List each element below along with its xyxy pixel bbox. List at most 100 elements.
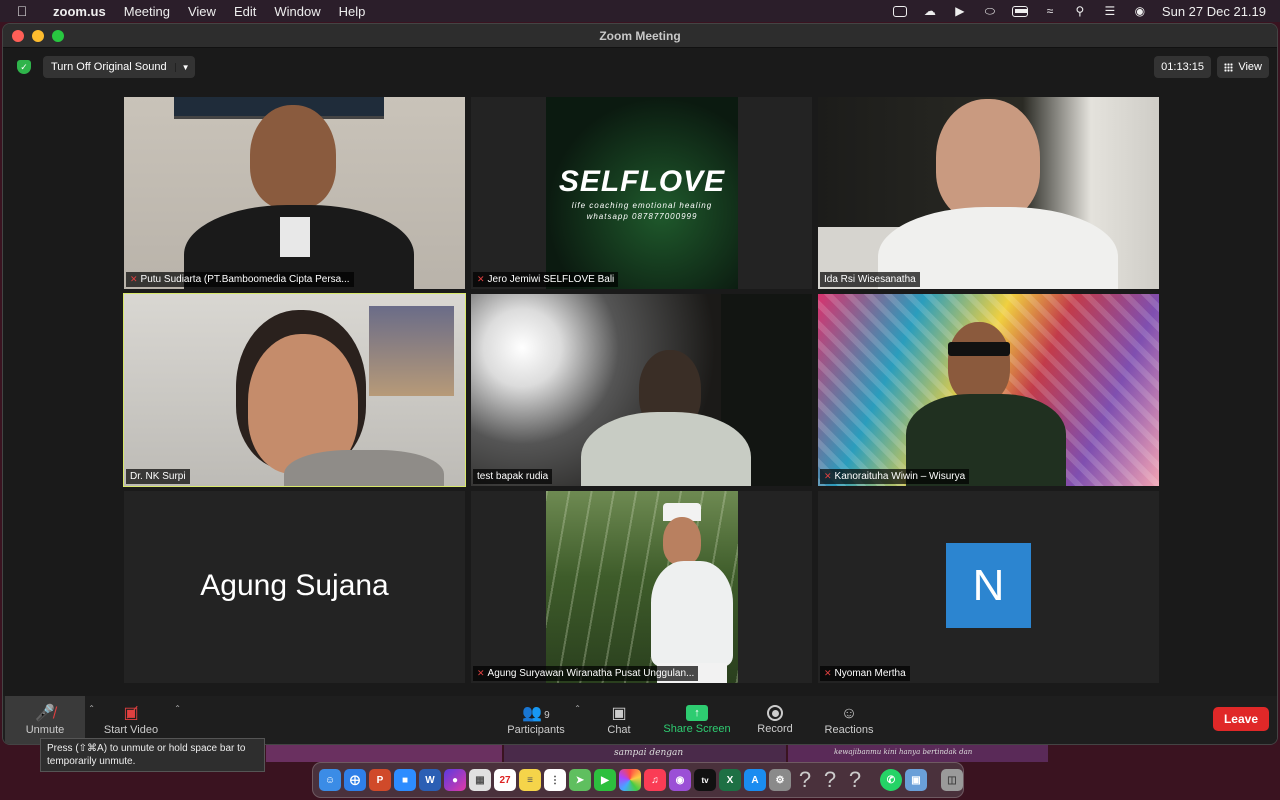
chevron-down-icon[interactable]: ▼ [174, 62, 196, 72]
menu-view[interactable]: View [179, 4, 225, 19]
record-icon [767, 705, 783, 721]
participant-name: Putu Sudiarta (PT.Bamboomedia Cipta Pers… [140, 274, 350, 285]
zoom-icon[interactable]: ■ [394, 769, 416, 791]
participant-tile[interactable]: SELFLOVE life coaching emotional healing… [471, 97, 812, 289]
participant-name: Nyoman Mertha [834, 668, 906, 679]
unmute-label: Unmute [25, 724, 65, 736]
control-center-icon[interactable]: ☰ [1102, 4, 1118, 18]
maps-icon[interactable]: ➤ [569, 769, 591, 791]
bluetooth-icon[interactable]: ⬭ [982, 4, 998, 18]
siri-icon[interactable]: ◉ [1132, 4, 1148, 18]
start-video-button[interactable]: ▣̸ Start Video ⌃ [91, 696, 181, 744]
original-sound-button[interactable]: Turn Off Original Sound ▼ [43, 56, 196, 78]
menu-meeting[interactable]: Meeting [115, 4, 179, 19]
search-icon[interactable]: ⚲ [1072, 4, 1088, 18]
menu-bar:  zoom.us Meeting View Edit Window Help … [0, 0, 1280, 22]
podcasts-icon[interactable]: ◉ [669, 769, 691, 791]
selflove-card: SELFLOVE life coaching emotional healing… [546, 97, 738, 289]
participant-name: Ida Rsi Wisesanatha [824, 274, 916, 285]
participant-name: Jero Jemiwi SELFLOVE Bali [487, 274, 615, 285]
muted-microphone-icon: 🎤̸ [35, 705, 55, 722]
excel-icon[interactable]: X [719, 769, 741, 791]
whatsapp-icon[interactable]: ✆ [880, 769, 902, 791]
notes-icon[interactable]: ≡ [519, 769, 541, 791]
muted-mic-icon: ✕ [824, 471, 832, 481]
menu-app-name[interactable]: zoom.us [44, 4, 115, 19]
unknown-app-icon[interactable]: ? [819, 767, 841, 792]
launchpad-icon[interactable]: ▦ [469, 769, 491, 791]
calendar-icon[interactable]: 27 [494, 769, 516, 791]
play-icon[interactable]: ▶ [952, 4, 968, 18]
participant-tile[interactable]: ✕ Agung Suryawan Wiranatha Pusat Unggula… [471, 491, 812, 683]
trash-icon[interactable]: ◫ [941, 769, 963, 791]
participant-name-tag: ✕ Agung Suryawan Wiranatha Pusat Unggula… [473, 666, 699, 681]
background-window-strip [266, 745, 502, 762]
tooltip-line: Press (⇧⌘A) to unmute or hold space bar … [47, 743, 246, 754]
safari-icon[interactable]: ⨁ [344, 769, 366, 791]
unknown-app-icon[interactable]: ? [844, 767, 866, 792]
participants-chevron-icon[interactable]: ⌃ [574, 704, 581, 713]
video-off-icon: ▣̸ [123, 705, 139, 722]
reminders-icon[interactable]: ⋮ [544, 769, 566, 791]
powerpoint-icon[interactable]: P [369, 769, 391, 791]
share-screen-button[interactable]: ↑ Share Screen [659, 696, 735, 744]
participants-icon: 👥 9 [522, 705, 550, 722]
preview-icon[interactable]: ▣ [905, 769, 927, 791]
finder-icon[interactable]: ☺ [319, 769, 341, 791]
participant-tile[interactable]: Ida Rsi Wisesanatha [818, 97, 1159, 289]
video-options-chevron-icon[interactable]: ⌃ [174, 704, 181, 713]
participant-name-tag: Dr. NK Surpi [126, 469, 190, 484]
participant-tile[interactable]: N ✕ Nyoman Mertha [818, 491, 1159, 683]
participant-tile[interactable]: ✕ Putu Sudiarta (PT.Bamboomedia Cipta Pe… [124, 97, 465, 289]
apple-icon[interactable]:  [0, 3, 44, 19]
participants-button[interactable]: 👥 9 Participants ⌃ [501, 696, 581, 744]
unmute-button[interactable]: 🎤̸ Unmute ⌃ [5, 696, 95, 744]
system-preferences-icon[interactable]: ⚙ [769, 769, 791, 791]
tooltip-line: temporarily unmute. [47, 756, 136, 767]
participant-tile-active-speaker[interactable]: Dr. NK Surpi [123, 293, 466, 487]
participant-tile[interactable]: test bapak rudia [471, 294, 812, 486]
participants-label: Participants [507, 724, 565, 736]
share-screen-icon: ↑ [686, 705, 708, 721]
background-text: kewajibanmu kini hanya bertindak dan [834, 748, 973, 756]
emoji-reaction-icon: ☺ [840, 705, 858, 722]
view-button[interactable]: View [1217, 56, 1269, 78]
music-icon[interactable]: ♫ [644, 769, 666, 791]
menu-edit[interactable]: Edit [225, 4, 265, 19]
macos-dock: ☺ ⨁ P ■ W ● ▦ 27 ≡ ⋮ ➤ ▶ ♫ ◉ tv X A ⚙ ? … [312, 762, 964, 798]
chat-button[interactable]: ▣ Chat [589, 696, 649, 744]
cloud-icon[interactable]: ☁ [922, 4, 938, 18]
share-screen-label: Share Screen [663, 723, 731, 735]
encryption-shield-icon[interactable]: ✓ [17, 60, 31, 74]
meeting-top-bar: ✓ Turn Off Original Sound ▼ 01:13:15 Vie… [3, 48, 1277, 86]
menu-window[interactable]: Window [265, 4, 329, 19]
reactions-button[interactable]: ☺ Reactions [819, 696, 879, 744]
participant-tile[interactable]: ✕ Kanoraituha Wiwin – Wisurya [818, 294, 1159, 486]
fullscreen-window-button[interactable] [52, 29, 64, 42]
chat-label: Chat [607, 724, 631, 736]
close-window-button[interactable] [12, 29, 24, 42]
word-icon[interactable]: W [419, 769, 441, 791]
siri-icon[interactable]: ● [444, 769, 466, 791]
participant-name-tag: test bapak rudia [473, 469, 553, 484]
leave-meeting-button[interactable]: Leave [1212, 707, 1269, 731]
menu-help[interactable]: Help [330, 4, 375, 19]
participant-name-tag: Ida Rsi Wisesanatha [820, 272, 920, 287]
window-title: Zoom Meeting [599, 28, 681, 43]
zoom-meeting-window: Zoom Meeting ✓ Turn Off Original Sound ▼… [2, 23, 1278, 745]
minimize-window-button[interactable] [32, 29, 44, 42]
record-button[interactable]: Record [749, 696, 801, 744]
menubar-clock[interactable]: Sun 27 Dec 21.19 [1162, 4, 1266, 19]
facetime-icon[interactable]: ▶ [594, 769, 616, 791]
unknown-app-icon[interactable]: ? [794, 767, 816, 792]
record-label: Record [757, 723, 793, 735]
battery-icon[interactable] [1011, 5, 1028, 17]
zoom-status-icon[interactable] [892, 5, 908, 17]
app-store-icon[interactable]: A [744, 769, 766, 791]
tv-icon[interactable]: tv [694, 769, 716, 791]
wifi-icon[interactable]: ≈ [1042, 4, 1058, 18]
view-label: View [1238, 61, 1262, 73]
participant-display-name: Agung Sujana [200, 569, 389, 602]
participant-tile[interactable]: Agung Sujana [124, 491, 465, 683]
photos-icon[interactable] [619, 769, 641, 791]
